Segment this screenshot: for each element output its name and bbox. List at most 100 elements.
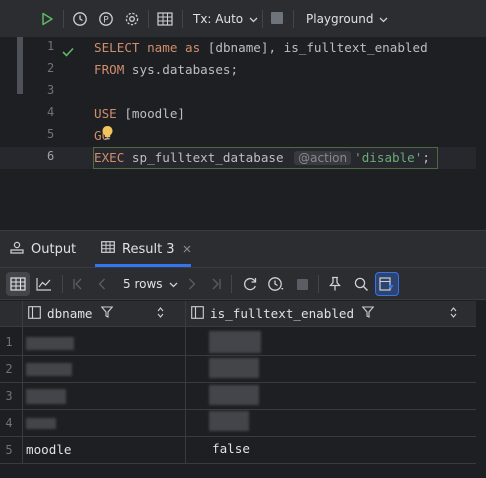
sort-icon[interactable]	[157, 306, 164, 321]
stop-icon[interactable]	[270, 11, 284, 25]
redacted-cell	[209, 331, 261, 353]
row-divider	[0, 355, 476, 356]
cell-is-fulltext-enabled[interactable]: false	[212, 441, 250, 456]
row-divider	[0, 436, 476, 437]
gutter-line-4[interactable]: 4	[0, 103, 58, 125]
gutter-line-2[interactable]: 2	[0, 59, 58, 81]
sort-icon[interactable]	[450, 306, 457, 321]
gutter-line-1[interactable]: 1	[0, 37, 58, 59]
parameter-hint: @action	[294, 151, 352, 165]
row-divider	[0, 463, 476, 464]
cell-dbname[interactable]: moodle	[26, 442, 72, 457]
first-page-icon[interactable]	[66, 272, 90, 296]
query-history-icon[interactable]	[264, 272, 288, 296]
grid-scrollbar[interactable]	[476, 301, 486, 463]
row-number: 2	[5, 362, 13, 376]
row-number: 4	[5, 416, 13, 430]
keyword: USE	[94, 106, 117, 121]
redacted-cell	[26, 389, 66, 404]
settings-icon[interactable]	[122, 9, 142, 29]
close-icon[interactable]	[183, 242, 191, 257]
editor-scrollbar-right[interactable]	[476, 37, 486, 187]
gutter-line-5[interactable]: 5	[0, 125, 58, 147]
column-header-label: dbname	[47, 306, 93, 321]
column-header-dbname[interactable]: dbname	[22, 301, 185, 327]
row-divider	[0, 382, 476, 383]
gutter-line-6[interactable]: 6	[0, 147, 58, 169]
panel-tabs: Output Result 3	[0, 231, 486, 267]
column-header-is-fulltext-enabled[interactable]: is_fulltext_enabled	[185, 301, 476, 327]
code-text: [moodle]	[116, 106, 185, 121]
toolbar-separator	[293, 10, 294, 28]
filter-icon[interactable]	[100, 306, 113, 321]
row-number-header	[0, 301, 22, 327]
code-line-4[interactable]: USE [moodle]	[94, 103, 185, 125]
cancel-query-icon[interactable]	[290, 272, 314, 296]
table-view-icon[interactable]	[6, 272, 30, 296]
playground-label: Playground	[306, 11, 374, 26]
column-header-label: is_fulltext_enabled	[210, 306, 355, 321]
editor-toolbar: P Tx: Auto Playground	[0, 0, 486, 37]
code-text: [dbname], is_fulltext_enabled	[200, 40, 428, 55]
code-line-1[interactable]: SELECT name as [dbname], is_fulltext_ena…	[94, 37, 428, 59]
line-number: 4	[47, 105, 55, 119]
redacted-cell	[26, 418, 56, 429]
code-text: sys.databases;	[124, 62, 239, 77]
keyword: EXEC	[94, 150, 125, 165]
table-icon	[101, 241, 115, 257]
run-icon[interactable]	[37, 9, 57, 29]
row-number: 1	[5, 335, 13, 349]
gutter-line-3[interactable]: 3	[0, 81, 58, 103]
code-line-6[interactable]: EXEC sp_fulltext_database @action'disabl…	[94, 147, 430, 169]
procedure-name: sp_fulltext_database	[124, 150, 284, 165]
redacted-cell	[209, 411, 249, 431]
toolbar-separator	[148, 10, 149, 28]
line-number: 1	[47, 39, 55, 53]
search-icon[interactable]	[349, 272, 373, 296]
refresh-icon[interactable]	[238, 272, 262, 296]
line-number: 2	[47, 61, 55, 75]
transaction-mode-dropdown[interactable]: Tx: Auto	[193, 9, 258, 28]
line-number: 3	[47, 83, 55, 97]
svg-text:P: P	[103, 15, 109, 25]
last-page-icon[interactable]	[204, 272, 228, 296]
row-divider	[0, 409, 476, 410]
panel-bottom-strip	[0, 465, 486, 478]
parameters-icon[interactable]: P	[96, 9, 116, 29]
chart-view-icon[interactable]	[32, 272, 56, 296]
sql-editor[interactable]: 1 2 3 4 5 6 SELECT name as [dbname], is_…	[0, 37, 486, 187]
tab-result[interactable]: Result 3	[101, 231, 191, 267]
lightbulb-icon[interactable]	[101, 125, 114, 145]
column-type-icon	[28, 305, 41, 322]
toolbar-separator	[62, 275, 63, 293]
previous-page-icon[interactable]	[90, 272, 114, 296]
playground-mode-dropdown[interactable]: Playground	[306, 9, 388, 28]
toolbar-separator	[262, 10, 263, 28]
rows-count-label: 5 rows	[123, 277, 163, 291]
toolbar-separator	[231, 275, 232, 293]
output-icon	[10, 241, 24, 258]
code-line-2[interactable]: FROM sys.databases;	[94, 59, 238, 81]
line-number: 5	[47, 127, 55, 141]
toolbar-separator	[182, 10, 183, 28]
next-page-icon[interactable]	[180, 272, 204, 296]
pin-tab-icon[interactable]	[323, 272, 347, 296]
redacted-cell	[26, 363, 72, 376]
chevron-down-icon	[169, 277, 178, 291]
keyword: SELECT	[94, 40, 140, 55]
keyword: name	[147, 40, 178, 55]
tab-output[interactable]: Output	[10, 231, 76, 267]
page-size-dropdown[interactable]: 5 rows	[118, 272, 178, 296]
filter-icon[interactable]	[361, 306, 375, 321]
line-number-current: 6	[47, 149, 55, 163]
result-grid[interactable]: dbname is_fulltext_enabled 1 2 3 4 5 moo…	[0, 301, 486, 465]
toolbar-separator	[318, 275, 319, 293]
history-icon[interactable]	[70, 9, 90, 29]
toolbar-separator	[63, 10, 64, 28]
redacted-cell	[26, 337, 74, 350]
value-editor-toggle-icon[interactable]	[375, 272, 399, 296]
column-type-icon	[191, 305, 204, 322]
tx-mode-label: Tx: Auto	[193, 11, 244, 26]
result-toolbar: 5 rows	[0, 267, 486, 300]
table-icon[interactable]	[155, 9, 175, 29]
